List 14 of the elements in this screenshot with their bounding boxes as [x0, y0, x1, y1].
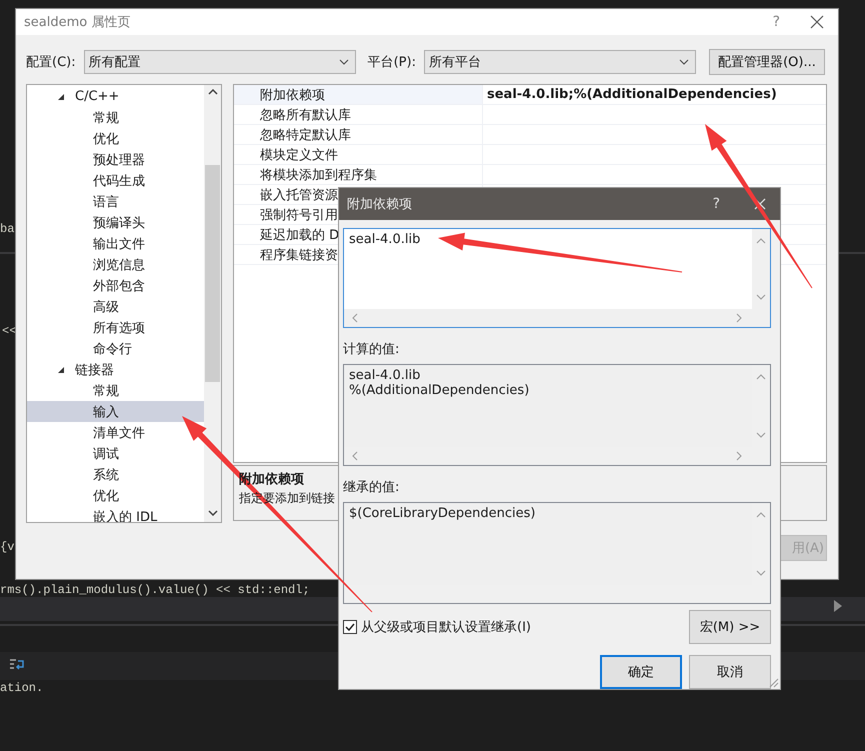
computed-value-line: seal-4.0.lib — [349, 368, 422, 383]
code-text: ba — [0, 222, 14, 236]
inherited-values-label: 继承的值: — [343, 479, 400, 496]
code-text: {v — [0, 540, 14, 554]
code-text: rms().plain_modulus().value() << std::endl; — [0, 583, 310, 597]
computed-value-line: %(AdditionalDependencies) — [349, 383, 530, 398]
computed-values-label: 计算的值: — [343, 341, 400, 358]
code-text: ation. — [0, 681, 44, 695]
field-value: seal-4.0.lib — [349, 232, 422, 247]
config-label: 配置(C): — [26, 54, 76, 71]
platform-label: 平台(P): — [368, 54, 416, 71]
dialog-title: 附加依赖项 — [347, 196, 413, 213]
window-title: sealdemo 属性页 — [24, 14, 132, 31]
inherited-value-line: $(CoreLibraryDependencies) — [349, 506, 536, 521]
